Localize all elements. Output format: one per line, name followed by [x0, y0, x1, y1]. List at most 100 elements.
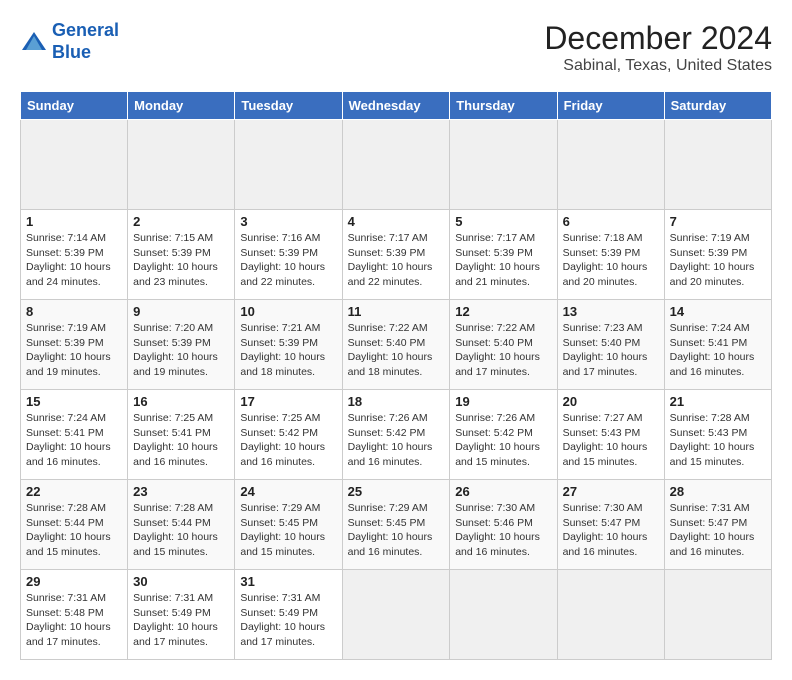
- calendar-cell: 2Sunrise: 7:15 AM Sunset: 5:39 PM Daylig…: [128, 210, 235, 300]
- calendar-week-row: 15 Sunrise: 7:24 AM Sunset: 5:41 PM Dayli…: [21, 390, 772, 480]
- day-number: 14: [670, 304, 766, 319]
- day-number: 24: [240, 484, 336, 499]
- day-detail: Sunrise: 7:31 AM Sunset: 5:47 PM Dayligh…: [670, 501, 766, 560]
- day-detail: Sunrise: 7:22 AM Sunset: 5:40 PM Dayligh…: [455, 321, 551, 380]
- day-detail: Sunrise: 7:25 AM Sunset: 5:41 PM Dayligh…: [133, 411, 229, 470]
- calendar-cell: 21 Sunrise: 7:28 AM Sunset: 5:43 PM Dayli…: [664, 390, 771, 480]
- day-detail: Sunrise: 7:29 AM Sunset: 5:45 PM Dayligh…: [240, 501, 336, 560]
- calendar-week-row: 29Sunrise: 7:31 AM Sunset: 5:48 PM Dayli…: [21, 570, 772, 660]
- day-detail: Sunrise: 7:31 AM Sunset: 5:49 PM Dayligh…: [240, 591, 336, 650]
- day-detail: Sunrise: 7:16 AM Sunset: 5:39 PM Dayligh…: [240, 231, 336, 290]
- day-detail: Sunrise: 7:17 AM Sunset: 5:39 PM Dayligh…: [455, 231, 551, 290]
- day-number: 6: [563, 214, 659, 229]
- day-number: 11: [348, 304, 445, 319]
- day-number: 27: [563, 484, 659, 499]
- day-detail: Sunrise: 7:26 AM Sunset: 5:42 PM Dayligh…: [348, 411, 445, 470]
- day-detail: Sunrise: 7:22 AM Sunset: 5:40 PM Dayligh…: [348, 321, 445, 380]
- logo-text: General Blue: [52, 20, 119, 63]
- calendar-cell: [664, 570, 771, 660]
- day-number: 12: [455, 304, 551, 319]
- day-number: 21: [670, 394, 766, 409]
- day-number: 10: [240, 304, 336, 319]
- day-number: 22: [26, 484, 122, 499]
- day-detail: Sunrise: 7:27 AM Sunset: 5:43 PM Dayligh…: [563, 411, 659, 470]
- day-number: 29: [26, 574, 122, 589]
- header: General Blue December 2024 Sabinal, Texa…: [20, 20, 772, 75]
- calendar-week-row: 22 Sunrise: 7:28 AM Sunset: 5:44 PM Dayli…: [21, 480, 772, 570]
- calendar-title: December 2024: [544, 20, 772, 57]
- calendar-cell: 19 Sunrise: 7:26 AM Sunset: 5:42 PM Dayli…: [450, 390, 557, 480]
- calendar-week-row: 8Sunrise: 7:19 AM Sunset: 5:39 PM Daylig…: [21, 300, 772, 390]
- day-detail: Sunrise: 7:18 AM Sunset: 5:39 PM Dayligh…: [563, 231, 659, 290]
- day-number: 15: [26, 394, 122, 409]
- day-number: 16: [133, 394, 229, 409]
- day-number: 26: [455, 484, 551, 499]
- header-friday: Friday: [557, 92, 664, 120]
- header-wednesday: Wednesday: [342, 92, 450, 120]
- day-detail: Sunrise: 7:30 AM Sunset: 5:47 PM Dayligh…: [563, 501, 659, 560]
- calendar-cell: 9 Sunrise: 7:20 AM Sunset: 5:39 PM Daylig…: [128, 300, 235, 390]
- calendar-cell: 27 Sunrise: 7:30 AM Sunset: 5:47 PM Dayli…: [557, 480, 664, 570]
- calendar-cell: 26 Sunrise: 7:30 AM Sunset: 5:46 PM Dayli…: [450, 480, 557, 570]
- day-number: 25: [348, 484, 445, 499]
- calendar-cell: [21, 120, 128, 210]
- day-number: 4: [348, 214, 445, 229]
- day-detail: Sunrise: 7:17 AM Sunset: 5:39 PM Dayligh…: [348, 231, 445, 290]
- logo: General Blue: [20, 20, 119, 63]
- day-number: 23: [133, 484, 229, 499]
- calendar-cell: [235, 120, 342, 210]
- calendar-subtitle: Sabinal, Texas, United States: [544, 57, 772, 75]
- day-detail: Sunrise: 7:20 AM Sunset: 5:39 PM Dayligh…: [133, 321, 229, 380]
- day-detail: Sunrise: 7:21 AM Sunset: 5:39 PM Dayligh…: [240, 321, 336, 380]
- calendar-cell: [557, 120, 664, 210]
- day-number: 7: [670, 214, 766, 229]
- logo-general: General: [52, 20, 119, 40]
- header-tuesday: Tuesday: [235, 92, 342, 120]
- calendar-cell: 22 Sunrise: 7:28 AM Sunset: 5:44 PM Dayli…: [21, 480, 128, 570]
- day-number: 30: [133, 574, 229, 589]
- calendar-cell: 28Sunrise: 7:31 AM Sunset: 5:47 PM Dayli…: [664, 480, 771, 570]
- calendar-week-row: 1Sunrise: 7:14 AM Sunset: 5:39 PM Daylig…: [21, 210, 772, 300]
- calendar-cell: 6 Sunrise: 7:18 AM Sunset: 5:39 PM Daylig…: [557, 210, 664, 300]
- calendar-cell: 14Sunrise: 7:24 AM Sunset: 5:41 PM Dayli…: [664, 300, 771, 390]
- day-detail: Sunrise: 7:19 AM Sunset: 5:39 PM Dayligh…: [26, 321, 122, 380]
- calendar-table: Sunday Monday Tuesday Wednesday Thursday…: [20, 91, 772, 660]
- day-number: 18: [348, 394, 445, 409]
- calendar-week-row: [21, 120, 772, 210]
- calendar-cell: 5 Sunrise: 7:17 AM Sunset: 5:39 PM Daylig…: [450, 210, 557, 300]
- calendar-cell: 3 Sunrise: 7:16 AM Sunset: 5:39 PM Daylig…: [235, 210, 342, 300]
- day-detail: Sunrise: 7:26 AM Sunset: 5:42 PM Dayligh…: [455, 411, 551, 470]
- header-sunday: Sunday: [21, 92, 128, 120]
- day-detail: Sunrise: 7:28 AM Sunset: 5:43 PM Dayligh…: [670, 411, 766, 470]
- day-number: 3: [240, 214, 336, 229]
- calendar-cell: [342, 570, 450, 660]
- header-saturday: Saturday: [664, 92, 771, 120]
- day-detail: Sunrise: 7:28 AM Sunset: 5:44 PM Dayligh…: [26, 501, 122, 560]
- calendar-cell: 12 Sunrise: 7:22 AM Sunset: 5:40 PM Dayli…: [450, 300, 557, 390]
- day-number: 2: [133, 214, 229, 229]
- day-number: 9: [133, 304, 229, 319]
- calendar-cell: 16 Sunrise: 7:25 AM Sunset: 5:41 PM Dayli…: [128, 390, 235, 480]
- day-detail: Sunrise: 7:30 AM Sunset: 5:46 PM Dayligh…: [455, 501, 551, 560]
- calendar-cell: 30Sunrise: 7:31 AM Sunset: 5:49 PM Dayli…: [128, 570, 235, 660]
- header-thursday: Thursday: [450, 92, 557, 120]
- day-detail: Sunrise: 7:19 AM Sunset: 5:39 PM Dayligh…: [670, 231, 766, 290]
- day-detail: Sunrise: 7:14 AM Sunset: 5:39 PM Dayligh…: [26, 231, 122, 290]
- calendar-cell: 29Sunrise: 7:31 AM Sunset: 5:48 PM Dayli…: [21, 570, 128, 660]
- calendar-body: 1Sunrise: 7:14 AM Sunset: 5:39 PM Daylig…: [21, 120, 772, 660]
- day-detail: Sunrise: 7:24 AM Sunset: 5:41 PM Dayligh…: [26, 411, 122, 470]
- day-detail: Sunrise: 7:25 AM Sunset: 5:42 PM Dayligh…: [240, 411, 336, 470]
- calendar-cell: 1Sunrise: 7:14 AM Sunset: 5:39 PM Daylig…: [21, 210, 128, 300]
- title-block: December 2024 Sabinal, Texas, United Sta…: [544, 20, 772, 75]
- calendar-cell: [128, 120, 235, 210]
- calendar-cell: 7 Sunrise: 7:19 AM Sunset: 5:39 PM Daylig…: [664, 210, 771, 300]
- calendar-cell: [342, 120, 450, 210]
- calendar-cell: [450, 570, 557, 660]
- calendar-cell: 31Sunrise: 7:31 AM Sunset: 5:49 PM Dayli…: [235, 570, 342, 660]
- day-number: 19: [455, 394, 551, 409]
- day-detail: Sunrise: 7:28 AM Sunset: 5:44 PM Dayligh…: [133, 501, 229, 560]
- calendar-cell: [664, 120, 771, 210]
- calendar-cell: 8Sunrise: 7:19 AM Sunset: 5:39 PM Daylig…: [21, 300, 128, 390]
- day-number: 5: [455, 214, 551, 229]
- logo-icon: [20, 30, 48, 54]
